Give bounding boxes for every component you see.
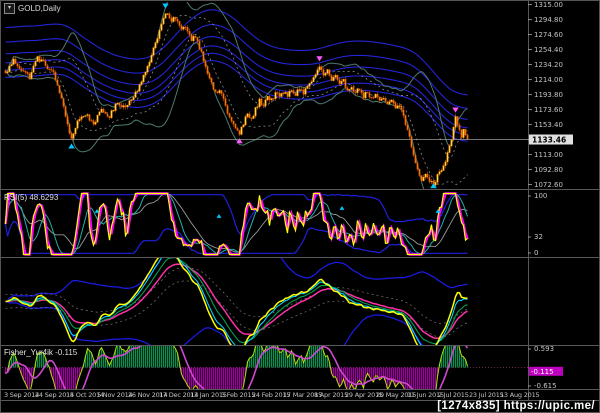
rsi-axis-label: 0: [534, 249, 538, 257]
time-axis-label: 2 Jul 2015: [438, 391, 469, 399]
time-axis: 3 Sep 201424 Sep 201415 Oct 20145 Nov 20…: [4, 391, 540, 399]
signal-arrow-icon: [316, 56, 323, 62]
price-axis-label: 1274.60: [534, 31, 563, 39]
time-axis-label: 8 Apr 2015: [314, 391, 348, 399]
rsi-panel[interactable]: [4, 192, 469, 256]
price-axis-label: 1092.80: [534, 166, 563, 174]
fisher-axis-label: -0.615: [534, 382, 557, 390]
time-axis-label: 13 Aug 2015: [500, 391, 540, 399]
price-axis-label: 1234.20: [534, 61, 563, 69]
signal-arrow-icon: [339, 206, 345, 210]
fisher-axis-label: 0.593: [534, 345, 554, 353]
time-axis-label: 23 Jul 2015: [469, 391, 504, 399]
price-axis-label: 1113.00: [534, 151, 563, 159]
signal-arrow-icon: [162, 3, 169, 9]
main-chart-panel[interactable]: [4, 1, 469, 211]
fisher-value-label: -0.115: [531, 368, 554, 376]
signal-arrow-icon: [452, 107, 459, 113]
fisher-name: Fisher_Yur4ik: [4, 348, 53, 357]
price-axis-label: 1193.80: [534, 91, 563, 99]
signal-arrow-icon: [216, 214, 222, 218]
price-axis-label: 1254.40: [534, 46, 563, 54]
mt4-chart-window: 1315.00 1294.80 1274.60 1254.40 1234.20 1214.…: [0, 0, 600, 413]
rsi-value: 48.6293: [29, 193, 59, 202]
rsi-axis-label: 100: [534, 192, 547, 200]
chart-title-overlay: ▾ GOLD,Daily: [4, 3, 61, 14]
rsi-indicator-label: RSI(5) 48.6293: [4, 193, 58, 202]
rsi-name: RSI(5): [4, 193, 28, 202]
time-axis-label: 3 Feb 2015: [221, 391, 255, 399]
fisher-value: -0.115: [55, 348, 78, 357]
current-price-label: 1133.46: [532, 135, 566, 144]
candlesticks: [4, 12, 469, 187]
price-axis-label: 1214.00: [534, 76, 563, 84]
watermark: [1274x835] https://upic.me/: [437, 400, 595, 412]
symbol-period-label: GOLD,Daily: [18, 4, 61, 13]
price-axis-label: 1294.80: [534, 16, 563, 24]
chart-canvas[interactable]: 1315.00 1294.80 1274.60 1254.40 1234.20 1214.…: [1, 1, 600, 413]
price-axis-label: 1072.60: [534, 181, 563, 189]
time-axis-label: 3 Sep 2014: [4, 391, 39, 399]
price-axis-label: 1315.00: [534, 1, 563, 9]
rsi-axis-label: 32: [534, 233, 543, 241]
fisher-indicator-label: Fisher_Yur4ik -0.115: [4, 348, 77, 357]
price-axis-label: 1153.40: [534, 121, 563, 129]
price-axis: 1315.00 1294.80 1274.60 1254.40 1234.20 1214.…: [528, 1, 573, 390]
collapse-icon[interactable]: ▾: [4, 3, 15, 14]
price-axis-label: 1173.60: [534, 106, 563, 114]
